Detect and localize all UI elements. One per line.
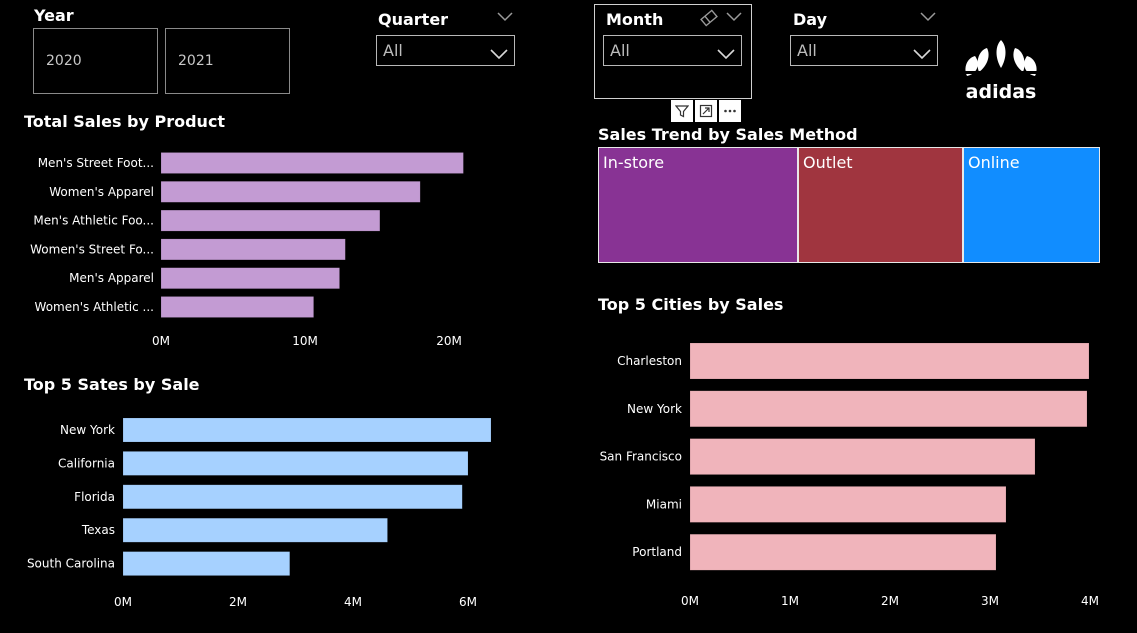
category-label-portland: Portland [632, 545, 682, 559]
year-slicer-title: Year [34, 6, 74, 25]
bar-men-s-apparel[interactable] [160, 267, 340, 289]
treemap-label-in-store: In-store [603, 153, 665, 172]
product-sales-bar-chart: Men's Street Foot... Women's Apparel Men's… [30, 152, 464, 348]
month-dropdown[interactable]: All [603, 35, 742, 66]
category-label-men-s-apparel: Men's Apparel [69, 271, 154, 285]
category-label-women-s-apparel: Women's Apparel [49, 185, 154, 199]
category-label-men-s-street-foot: Men's Street Foot... [38, 156, 154, 170]
bar-new-york[interactable] [689, 390, 1088, 428]
logo-wordmark: adidas [966, 81, 1037, 102]
chevron-down-icon[interactable] [497, 12, 513, 22]
more-options-icon[interactable] [719, 100, 741, 122]
bar-texas[interactable] [122, 517, 388, 543]
day-dropdown[interactable]: All [790, 35, 938, 66]
category-label-miami: Miami [646, 497, 682, 511]
category-label-texas: Texas [81, 523, 115, 537]
bar-women-s-athletic[interactable] [160, 296, 314, 318]
treemap-label-outlet: Outlet [803, 153, 853, 172]
category-label-florida: Florida [74, 490, 115, 504]
category-label-new-york: New York [627, 402, 682, 416]
sales-method-chart-title: Sales Trend by Sales Method [598, 125, 858, 144]
chevron-down-icon [490, 45, 508, 64]
bar-men-s-street-foot[interactable] [160, 152, 464, 174]
treemap-cell-outlet[interactable]: Outlet [798, 147, 963, 263]
filter-icon[interactable] [671, 100, 693, 122]
bar-florida[interactable] [122, 484, 463, 510]
category-label-women-s-street-fo: Women's Street Fo... [30, 242, 154, 256]
bar-charleston[interactable] [689, 342, 1090, 380]
category-label-new-york: New York [60, 423, 115, 437]
x-tick-label: 10M [292, 334, 318, 348]
treemap-cell-online[interactable]: Online [963, 147, 1100, 263]
bar-portland[interactable] [689, 533, 997, 571]
category-label-women-s-athletic: Women's Athletic ... [35, 300, 154, 314]
x-tick-label: 0M [152, 334, 170, 348]
chevron-down-icon [913, 45, 931, 64]
focus-mode-icon[interactable] [695, 100, 717, 122]
chevron-down-icon [717, 45, 735, 64]
day-dropdown-value: All [797, 41, 817, 60]
day-slicer-title: Day [793, 10, 828, 29]
bar-south-carolina[interactable] [122, 551, 290, 576]
bar-california[interactable] [122, 451, 469, 476]
treemap-cell-in-store[interactable]: In-store [598, 147, 798, 263]
visual-header [671, 100, 741, 122]
bar-women-s-apparel[interactable] [160, 181, 421, 203]
bar-new-york[interactable] [122, 417, 492, 443]
category-label-california: California [58, 456, 115, 470]
x-tick-label: 4M [344, 595, 362, 609]
quarter-slicer-title: Quarter [378, 10, 449, 29]
chevron-down-icon[interactable] [726, 12, 742, 22]
x-tick-label: 0M [681, 594, 699, 608]
quarter-dropdown-value: All [383, 41, 403, 60]
bar-women-s-street-fo[interactable] [160, 238, 346, 261]
sales-method-treemap: In-store Outlet Online [598, 147, 1100, 263]
x-tick-label: 2M [881, 594, 899, 608]
category-label-san-francisco: San Francisco [600, 450, 682, 464]
sales-dashboard: Year 2020 2021 Quarter All Month All Day… [0, 0, 1137, 633]
x-tick-label: 0M [114, 595, 132, 609]
x-tick-label: 2M [229, 595, 247, 609]
treemap-label-online: Online [968, 153, 1020, 172]
x-tick-label: 1M [781, 594, 799, 608]
x-tick-label: 6M [459, 595, 477, 609]
x-tick-label: 4M [1081, 594, 1099, 608]
year-option-2021[interactable]: 2021 [165, 28, 290, 94]
product-sales-chart-title: Total Sales by Product [24, 112, 226, 131]
category-label-charleston: Charleston [617, 354, 682, 368]
bar-men-s-athletic-foo[interactable] [160, 209, 381, 232]
category-label-men-s-athletic-foo: Men's Athletic Foo... [33, 214, 154, 228]
x-tick-label: 20M [436, 334, 462, 348]
year-option-2020[interactable]: 2020 [33, 28, 158, 94]
city-sales-chart-title: Top 5 Cities by Sales [598, 295, 784, 314]
month-slicer-title: Month [606, 10, 664, 29]
state-sales-chart-title: Top 5 Sates by Sale [24, 375, 200, 394]
state-sales-bar-chart: New York California Florida Texas South Caro… [27, 417, 492, 609]
quarter-dropdown[interactable]: All [376, 35, 515, 66]
month-dropdown-value: All [610, 41, 630, 60]
eraser-icon[interactable] [699, 9, 719, 27]
bar-miami[interactable] [689, 486, 1007, 523]
category-label-south-carolina: South Carolina [27, 557, 115, 571]
adidas-logo: adidas [955, 38, 1047, 103]
chevron-down-icon[interactable] [920, 12, 936, 22]
bar-san-francisco[interactable] [689, 438, 1036, 475]
x-tick-label: 3M [981, 594, 999, 608]
city-sales-bar-chart: Charleston New York San Francisco Miami Port… [600, 342, 1099, 608]
